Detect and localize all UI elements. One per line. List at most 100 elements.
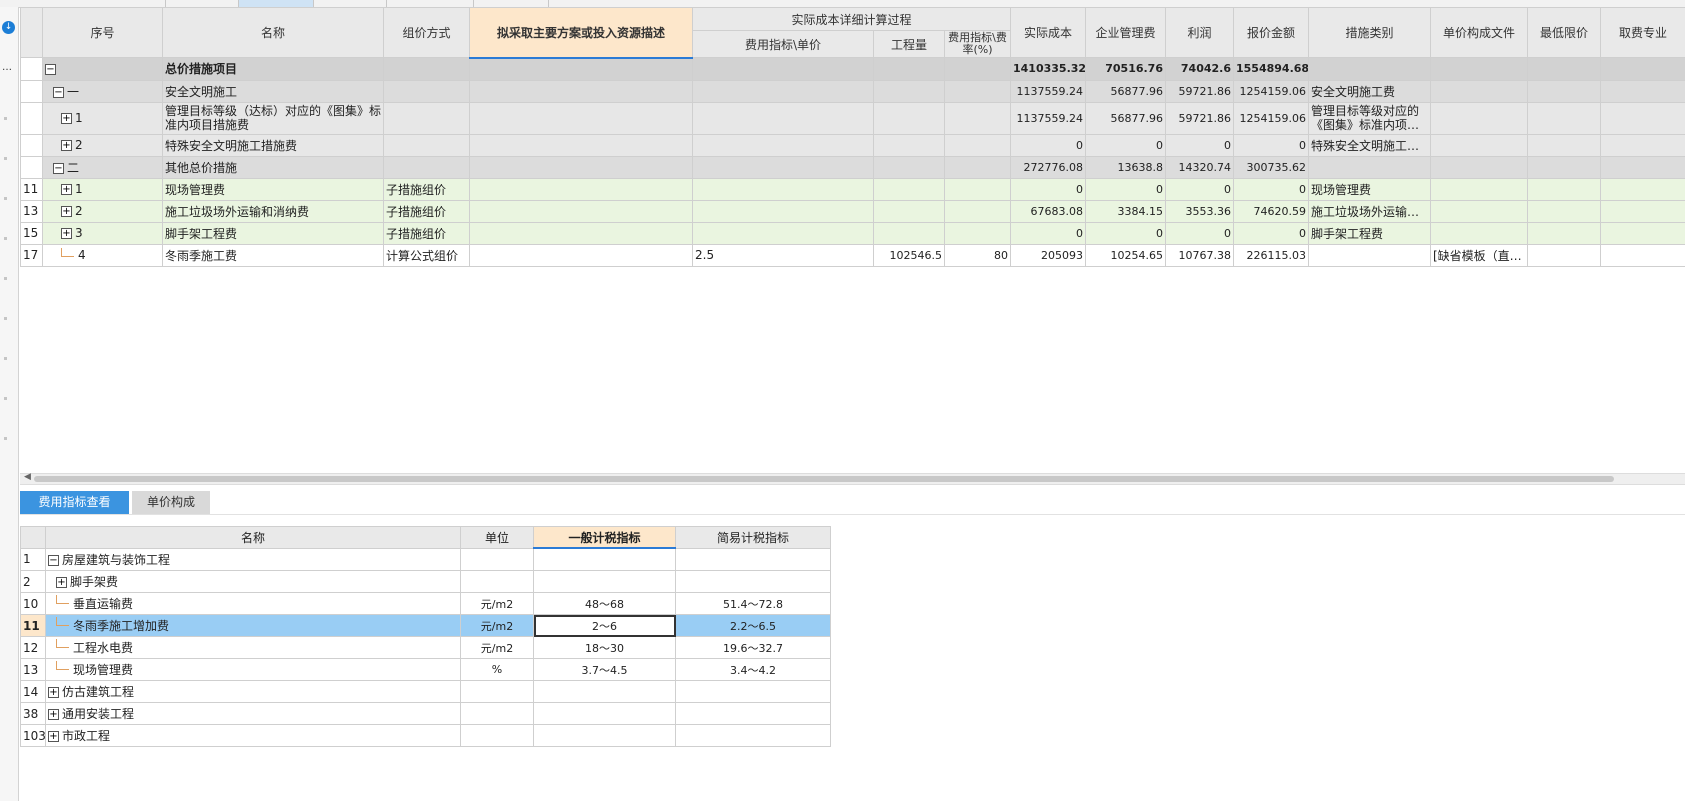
sub-simple-cell[interactable] <box>675 702 831 725</box>
collapse-icon[interactable]: − <box>53 86 64 98</box>
method-cell[interactable] <box>383 79 470 103</box>
list-item[interactable]: 13 现场管理费 % 3.7～4.5 3.4～4.2 <box>20 658 831 681</box>
table-row[interactable]: 11 +1 现场管理费 子措施组价 0 0 0 0 现场管理费 <box>20 177 1685 201</box>
min-price-cell[interactable] <box>1527 243 1601 267</box>
sub-name-cell[interactable]: − 房屋建筑与装饰工程 <box>45 547 461 571</box>
top-tab[interactable] <box>314 0 387 7</box>
min-price-cell[interactable] <box>1527 155 1601 179</box>
list-item[interactable]: 10 垂直运输费 元/m2 48～68 51.4～72.8 <box>20 592 831 615</box>
col-profit-header[interactable]: 利润 <box>1165 7 1234 58</box>
fee-major-cell[interactable] <box>1600 177 1685 201</box>
category-cell[interactable] <box>1308 243 1431 267</box>
rate-cell[interactable] <box>944 199 1011 223</box>
fee-major-cell[interactable] <box>1600 57 1685 81</box>
table-row[interactable]: 15 +3 脚手架工程费 子措施组价 0 0 0 0 脚手架工程费 <box>20 221 1685 245</box>
name-cell[interactable]: 冬雨季施工费 <box>162 243 384 267</box>
name-cell[interactable]: 脚手架工程费 <box>162 221 384 245</box>
qty-cell[interactable] <box>873 57 945 81</box>
sub-general-cell[interactable]: 2～6 <box>533 614 676 637</box>
sub-simple-cell[interactable]: 51.4～72.8 <box>675 592 831 615</box>
index-cell[interactable] <box>692 79 874 103</box>
sub-name-cell[interactable]: + 通用安装工程 <box>45 702 461 725</box>
table-row[interactable]: +2 特殊安全文明施工措施费 0 0 0 0 特殊安全文明施工… <box>20 133 1685 157</box>
category-cell[interactable]: 现场管理费 <box>1308 177 1431 201</box>
sub-unit-header[interactable]: 单位 <box>460 526 534 549</box>
unit-file-cell[interactable] <box>1430 155 1528 179</box>
index-cell[interactable] <box>692 177 874 201</box>
rate-cell[interactable] <box>944 221 1011 245</box>
desc-cell[interactable] <box>469 79 693 103</box>
col-mgmt-fee-header[interactable]: 企业管理费 <box>1085 7 1166 58</box>
sub-simple-cell[interactable]: 2.2～6.5 <box>675 614 831 637</box>
list-item-selected[interactable]: 11 冬雨季施工增加费 元/m2 2～6 2.2～6.5 <box>20 614 831 637</box>
method-cell[interactable] <box>383 101 470 135</box>
category-cell[interactable] <box>1308 155 1431 179</box>
expand-icon[interactable]: + <box>61 228 72 239</box>
col-fee-rate-header[interactable]: 费用指标\费率(%) <box>944 30 1011 58</box>
method-cell[interactable]: 计算公式组价 <box>383 243 470 267</box>
min-price-cell[interactable] <box>1527 57 1601 81</box>
index-cell[interactable] <box>692 155 874 179</box>
unit-file-cell[interactable] <box>1430 133 1528 157</box>
sub-simple-cell[interactable] <box>675 570 831 593</box>
table-row[interactable]: 17 4 冬雨季施工费 计算公式组价 2.5 102546.5 80 20509… <box>20 243 1685 267</box>
sub-name-cell[interactable]: 现场管理费 <box>45 658 461 681</box>
col-min-price-header[interactable]: 最低限价 <box>1527 7 1601 58</box>
name-cell[interactable]: 现场管理费 <box>162 177 384 201</box>
qty-cell[interactable] <box>873 133 945 157</box>
sub-simple-cell[interactable] <box>675 680 831 703</box>
unit-file-cell[interactable] <box>1430 57 1528 81</box>
sub-name-cell[interactable]: 垂直运输费 <box>45 592 461 615</box>
rate-cell[interactable] <box>944 101 1011 135</box>
sub-general-cell[interactable]: 3.7～4.5 <box>533 658 676 681</box>
list-item[interactable]: 14 + 仿古建筑工程 <box>20 680 831 703</box>
col-plan-desc-header[interactable]: 拟采取主要方案或投入资源描述 <box>469 7 693 59</box>
top-tab-active[interactable] <box>239 0 314 7</box>
top-tab[interactable] <box>166 0 239 7</box>
expand-icon[interactable]: + <box>61 206 72 217</box>
qty-cell[interactable]: 102546.5 <box>873 243 945 267</box>
col-fee-major-header[interactable]: 取费专业 <box>1600 7 1685 58</box>
nav-down-icon[interactable]: ↓ <box>2 21 15 34</box>
more-icon[interactable]: … <box>2 62 12 73</box>
category-cell[interactable]: 脚手架工程费 <box>1308 221 1431 245</box>
scrollbar-thumb[interactable] <box>34 476 1614 482</box>
col-unit-file-header[interactable]: 单价构成文件 <box>1430 7 1528 58</box>
name-cell[interactable]: 管理目标等级（达标）对应的《图集》标准内项目措施费 <box>162 101 384 135</box>
desc-cell[interactable] <box>469 155 693 179</box>
min-price-cell[interactable] <box>1527 177 1601 201</box>
qty-cell[interactable] <box>873 79 945 103</box>
list-item[interactable]: 38 + 通用安装工程 <box>20 702 831 725</box>
rate-cell[interactable] <box>944 177 1011 201</box>
sub-general-cell[interactable]: 18～30 <box>533 636 676 659</box>
collapse-icon[interactable]: − <box>45 63 56 75</box>
desc-cell[interactable] <box>469 243 693 267</box>
sub-general-cell[interactable] <box>533 724 676 747</box>
name-cell[interactable]: 总价措施项目 <box>162 57 384 81</box>
list-item[interactable]: 2 + 脚手架费 <box>20 570 831 593</box>
sub-general-tax-header[interactable]: 一般计税指标 <box>533 526 676 549</box>
unit-file-cell[interactable] <box>1430 221 1528 245</box>
list-item[interactable]: 103 + 市政工程 <box>20 724 831 747</box>
list-item[interactable]: 12 工程水电费 元/m2 18～30 19.6～32.7 <box>20 636 831 659</box>
min-price-cell[interactable] <box>1527 133 1601 157</box>
expand-icon[interactable]: + <box>61 184 72 195</box>
index-cell[interactable] <box>692 199 874 223</box>
rate-cell[interactable] <box>944 57 1011 81</box>
qty-cell[interactable] <box>873 101 945 135</box>
sub-name-cell[interactable]: 冬雨季施工增加费 <box>45 614 461 637</box>
col-quote-header[interactable]: 报价金额 <box>1233 7 1309 58</box>
sub-name-cell[interactable]: + 脚手架费 <box>45 570 461 593</box>
tab-fee-index-view[interactable]: 费用指标查看 <box>20 491 129 514</box>
unit-file-cell[interactable] <box>1430 79 1528 103</box>
collapse-icon[interactable]: − <box>53 162 64 174</box>
rate-cell[interactable]: 80 <box>944 243 1011 267</box>
table-row[interactable]: − 一 安全文明施工 1137559.24 56877.96 59721.86 1… <box>20 79 1685 103</box>
method-cell[interactable]: 子措施组价 <box>383 177 470 201</box>
fee-major-cell[interactable] <box>1600 199 1685 223</box>
sub-general-cell[interactable] <box>533 680 676 703</box>
rate-cell[interactable] <box>944 79 1011 103</box>
fee-major-cell[interactable] <box>1600 155 1685 179</box>
category-cell[interactable]: 特殊安全文明施工… <box>1308 133 1431 157</box>
col-actual-cost-header[interactable]: 实际成本 <box>1010 7 1086 58</box>
